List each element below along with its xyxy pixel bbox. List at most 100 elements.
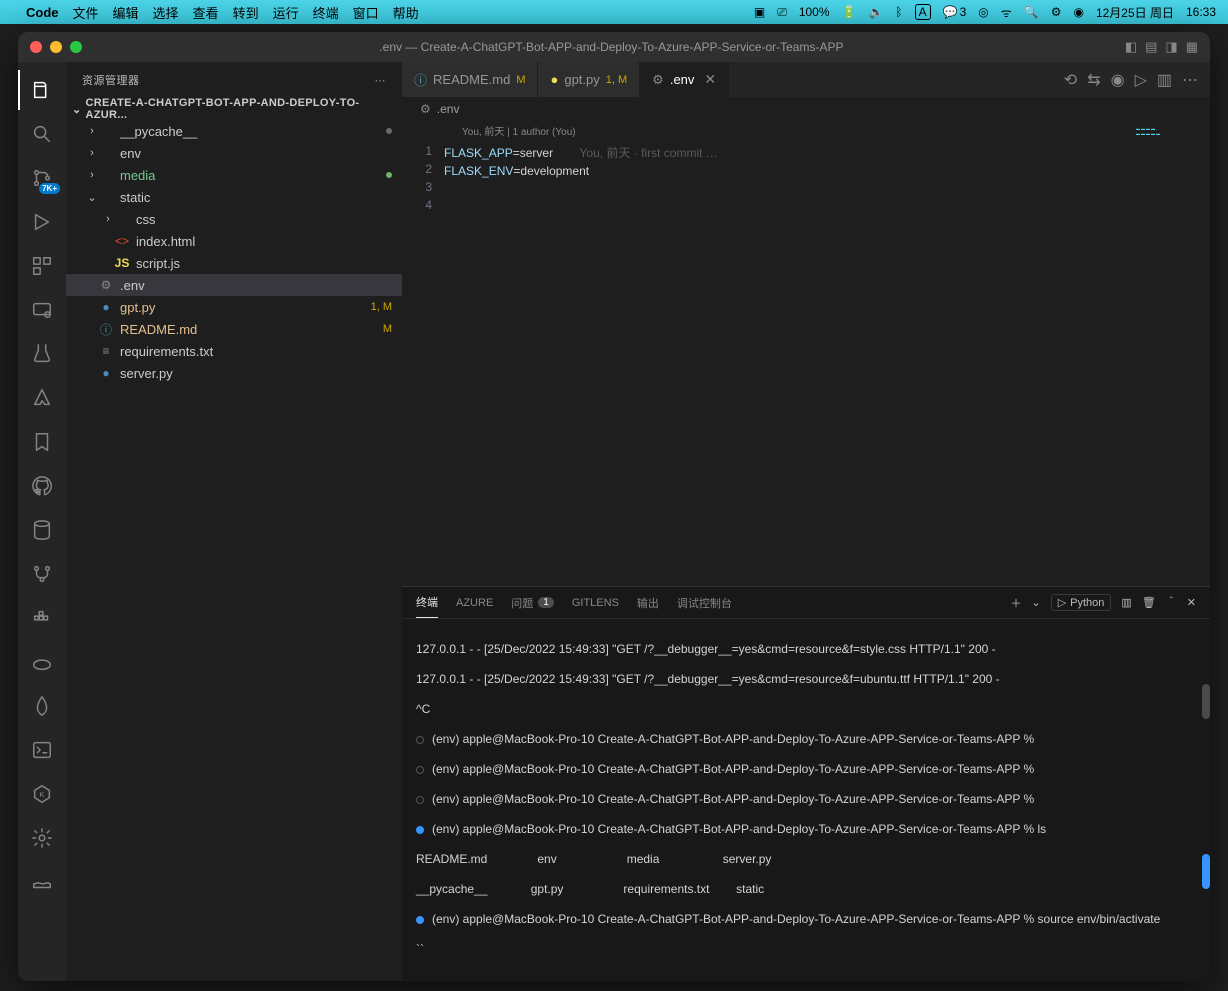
scrollbar-thumb[interactable]	[1202, 684, 1210, 719]
airdrop-icon[interactable]: ◎	[978, 5, 988, 19]
activity-github[interactable]	[18, 466, 66, 506]
panel-tab-AZURE[interactable]: AZURE	[456, 587, 493, 618]
activity-console[interactable]	[18, 730, 66, 770]
activity-explorer[interactable]	[18, 70, 66, 110]
split-editor-icon[interactable]: ▥	[1157, 70, 1172, 90]
siri-icon[interactable]: ◉	[1073, 5, 1083, 19]
tab--env[interactable]: ⚙.env✕	[640, 62, 729, 97]
tab-label: README.md	[433, 72, 510, 87]
menubar-date[interactable]: 12月25日 周日	[1096, 4, 1174, 21]
layout-panel-icon[interactable]: ▤	[1145, 39, 1157, 55]
menu-run[interactable]: 运行	[273, 3, 299, 22]
maximize-panel-icon[interactable]: ＾	[1166, 595, 1177, 611]
layout-sidebar-left-icon[interactable]: ◧	[1125, 39, 1137, 55]
panel-tab-GITLENS[interactable]: GITLENS	[572, 587, 619, 618]
file-server-py[interactable]: ●server.py	[66, 362, 402, 384]
compare-icon[interactable]: ⟲	[1064, 70, 1077, 90]
panel-tab-问题[interactable]: 问题1	[511, 587, 554, 618]
menu-go[interactable]: 转到	[233, 3, 259, 22]
menubar-app-name[interactable]: Code	[26, 5, 59, 20]
tab-README-md[interactable]: ⓘREADME.mdM	[402, 62, 538, 97]
activity-testing[interactable]	[18, 334, 66, 374]
menu-edit[interactable]: 编辑	[113, 3, 139, 22]
file-requirements-txt[interactable]: ≡requirements.txt	[66, 340, 402, 362]
scrollbar-thumb[interactable]	[1202, 854, 1210, 889]
folder-media[interactable]: ›media	[66, 164, 402, 186]
menu-terminal[interactable]: 终端	[313, 3, 339, 22]
menu-window[interactable]: 窗口	[353, 3, 379, 22]
tab-status: M	[516, 74, 525, 86]
menu-view[interactable]: 查看	[193, 3, 219, 22]
search-icon[interactable]: 🔍	[1024, 5, 1039, 19]
folder-env[interactable]: ›env	[66, 142, 402, 164]
code-content[interactable]: You, 前天 | 1 author (You)FLASK_APP=server…	[444, 120, 1210, 586]
terminal-split-chev-icon[interactable]: ⌄	[1031, 596, 1040, 609]
traffic-lights	[30, 41, 82, 53]
activity-whale[interactable]	[18, 862, 66, 902]
file-script-js[interactable]: JSscript.js	[66, 252, 402, 274]
code-editor[interactable]: 1234 You, 前天 | 1 author (You)FLASK_APP=s…	[402, 120, 1210, 586]
minimize-window-button[interactable]	[50, 41, 62, 53]
folder-static[interactable]: ⌄static	[66, 186, 402, 208]
menu-file[interactable]: 文件	[73, 3, 99, 22]
activity-docker[interactable]	[18, 598, 66, 638]
codelens[interactable]: You, 前天 | 1 author (You)	[444, 124, 1210, 142]
interpreter-pill[interactable]: ▷ Python	[1051, 594, 1112, 611]
menu-help[interactable]: 帮助	[393, 3, 419, 22]
file-README-md[interactable]: ⓘREADME.mdM	[66, 318, 402, 340]
activity-run-debug[interactable]	[18, 202, 66, 242]
gitlens-icon[interactable]: ◉	[1111, 70, 1125, 90]
panel-tab-调试控制台[interactable]: 调试控制台	[677, 587, 732, 618]
maximize-window-button[interactable]	[70, 41, 82, 53]
screen-icon[interactable]: ⎚	[777, 5, 787, 20]
menu-selection[interactable]: 选择	[153, 3, 179, 22]
activity-source-control[interactable]: 7K+	[18, 158, 66, 198]
lang-indicator[interactable]: A	[915, 4, 931, 20]
activity-bookmarks[interactable]	[18, 422, 66, 462]
breadcrumb[interactable]: ⚙ .env	[402, 98, 1210, 120]
panel-tab-输出[interactable]: 输出	[637, 587, 659, 618]
panel-tab-终端[interactable]: 终端	[416, 587, 438, 618]
layout-customize-icon[interactable]: ▦	[1186, 39, 1198, 55]
project-header[interactable]: ⌄ CREATE-A-CHATGPT-BOT-APP-AND-DEPLOY-TO…	[66, 98, 402, 120]
close-tab-icon[interactable]: ✕	[704, 71, 716, 88]
more-actions-icon[interactable]: ⋯	[1182, 70, 1198, 90]
sidebar-more-icon[interactable]: ⋯	[375, 74, 387, 87]
docker-icon[interactable]: ▣	[754, 5, 765, 19]
file--env[interactable]: ⚙.env	[66, 274, 402, 296]
activity-extensions[interactable]	[18, 246, 66, 286]
sound-icon[interactable]: 🔈	[868, 5, 883, 19]
folder-__pycache__[interactable]: ›__pycache__	[66, 120, 402, 142]
activity-redhat[interactable]	[18, 642, 66, 682]
activity-kubernetes[interactable]: K	[18, 774, 66, 814]
activity-search[interactable]	[18, 114, 66, 154]
activity-remote[interactable]	[18, 290, 66, 330]
activity-settings[interactable]	[18, 818, 66, 858]
tab-gpt-py[interactable]: ●gpt.py1, M	[538, 62, 640, 97]
menubar-time[interactable]: 16:33	[1186, 5, 1216, 19]
split-terminal-icon[interactable]: ▥	[1121, 596, 1131, 609]
panel-scrollbar[interactable]	[1200, 619, 1210, 981]
chat-icon[interactable]: 💬3	[943, 5, 967, 19]
minimap[interactable]: ▬▬▬▬▬▬▬▬▬	[1130, 120, 1210, 586]
close-window-button[interactable]	[30, 41, 42, 53]
activity-azure[interactable]	[18, 378, 66, 418]
activity-database[interactable]	[18, 510, 66, 550]
run-icon[interactable]: ▷	[1135, 70, 1147, 90]
terminal-line: 127.0.0.1 - - [25/Dec/2022 15:49:33] "GE…	[416, 672, 1196, 687]
close-panel-icon[interactable]: ✕	[1187, 596, 1196, 609]
activity-mongodb[interactable]	[18, 686, 66, 726]
file-gpt-py[interactable]: ●gpt.py1, M	[66, 296, 402, 318]
tree-item-label: script.js	[136, 256, 392, 271]
kill-terminal-icon[interactable]: 🗑	[1142, 596, 1156, 609]
terminal[interactable]: 127.0.0.1 - - [25/Dec/2022 15:49:33] "GE…	[402, 619, 1210, 981]
wifi-icon[interactable]: ᯤ	[1001, 4, 1012, 21]
layout-sidebar-right-icon[interactable]: ◨	[1165, 39, 1177, 55]
diff-icon[interactable]: ⇆	[1087, 70, 1100, 90]
bluetooth-icon[interactable]: ᛒ	[895, 5, 902, 19]
folder-css[interactable]: ›css	[66, 208, 402, 230]
new-terminal-icon[interactable]: ＋	[1010, 595, 1021, 611]
file-index-html[interactable]: <>index.html	[66, 230, 402, 252]
control-center-icon[interactable]: ⚙	[1051, 5, 1062, 19]
activity-git-graph[interactable]	[18, 554, 66, 594]
